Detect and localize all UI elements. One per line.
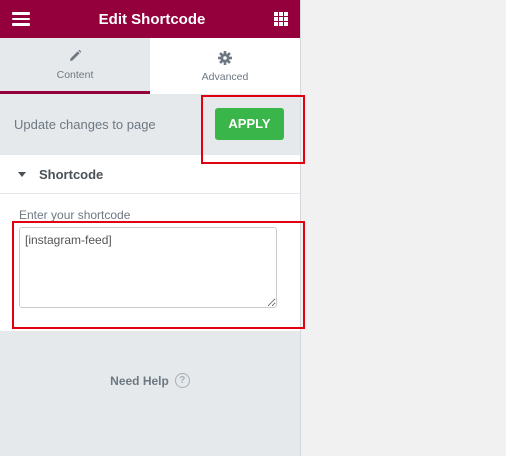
tab-content[interactable]: Content (0, 38, 150, 94)
shortcode-textarea[interactable]: [instagram-feed] (19, 227, 277, 308)
widgets-grid-icon[interactable] (273, 12, 288, 26)
apply-button[interactable]: APPLY (215, 108, 284, 140)
gear-icon (218, 50, 232, 65)
panel-title: Edit Shortcode (98, 10, 206, 28)
section-title: Shortcode (39, 166, 104, 182)
tab-content-label: Content (56, 69, 94, 81)
update-changes-row: Update changes to page APPLY (0, 94, 300, 154)
panel-header: Edit Shortcode (0, 0, 300, 38)
question-icon: ? (174, 373, 190, 388)
hamburger-menu-icon[interactable] (12, 12, 30, 26)
tab-advanced-label: Advanced (201, 70, 249, 83)
section-header-shortcode[interactable]: Shortcode (0, 154, 300, 194)
caret-down-icon (18, 171, 26, 177)
shortcode-label: Enter your shortcode (19, 208, 131, 222)
shortcode-control: Enter your shortcode [instagram-feed] (0, 194, 300, 331)
need-help[interactable]: Need Help ? (0, 373, 300, 388)
need-help-label: Need Help (110, 373, 169, 388)
panel-tabs: Content Advanced (0, 38, 300, 94)
update-changes-text: Update changes to page (14, 116, 156, 132)
pencil-icon (70, 49, 82, 61)
tab-advanced[interactable]: Advanced (150, 38, 300, 94)
